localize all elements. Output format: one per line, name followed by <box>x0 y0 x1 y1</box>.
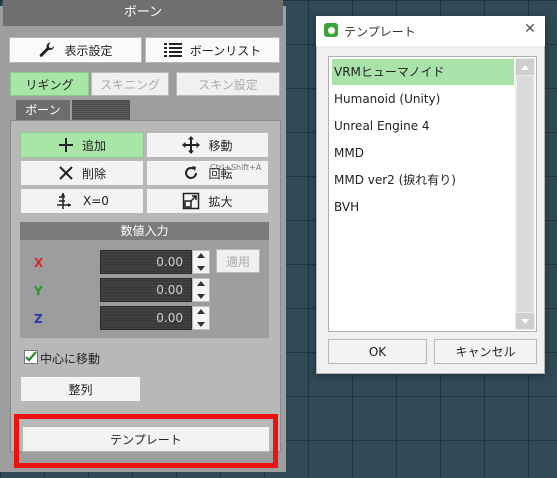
apply-button[interactable]: 適用 <box>216 249 260 273</box>
tab-rigging[interactable]: リギング <box>10 72 89 96</box>
close-icon[interactable]: ✕ <box>522 20 538 38</box>
highlight-box <box>14 414 278 468</box>
spin-up-icon[interactable] <box>197 253 205 258</box>
x-value-spinner[interactable] <box>192 250 210 274</box>
tab-skinning[interactable]: スキニング <box>91 72 169 96</box>
y-value-spinner[interactable] <box>192 278 210 302</box>
add-bone-button[interactable]: 追加 <box>20 132 144 158</box>
bone-list-button[interactable]: ボーンリスト <box>145 37 280 63</box>
move-to-center-label: 中心に移動 <box>40 352 101 366</box>
bone-panel-title: ボーン <box>3 0 283 26</box>
plus-icon <box>58 137 74 153</box>
spin-down-icon[interactable] <box>197 266 205 271</box>
add-bone-label: 追加 <box>81 138 106 153</box>
template-item-mmd-ver2[interactable]: MMD ver2 (捩れ有り) <box>332 167 514 193</box>
x-value-field[interactable]: 0.00 <box>100 250 192 274</box>
spin-up-icon[interactable] <box>197 281 205 286</box>
axis-z-label: Z <box>34 312 43 326</box>
ok-button[interactable]: OK <box>328 339 427 364</box>
scale-icon <box>182 192 200 210</box>
app-logo-icon <box>324 23 338 37</box>
scroll-down-button[interactable] <box>516 313 534 329</box>
scale-bone-button[interactable]: 拡大 <box>146 188 269 214</box>
y-value-field[interactable]: 0.00 <box>100 278 192 302</box>
template-item-bvh[interactable]: BVH <box>332 194 514 220</box>
scale-bone-label: 拡大 <box>208 194 233 209</box>
template-item-vrm-humanoid[interactable]: VRMヒューマノイド <box>332 59 514 85</box>
cancel-button[interactable]: キャンセル <box>434 339 537 364</box>
scroll-up-icon <box>521 64 529 70</box>
display-settings-label: 表示設定 <box>64 43 113 58</box>
move-bone-label: 移動 <box>208 138 233 153</box>
checkmark-icon <box>25 351 37 362</box>
scroll-up-button[interactable] <box>516 59 534 75</box>
template-item-mmd[interactable]: MMD <box>332 140 514 166</box>
numeric-input-title: 数値入力 <box>20 222 269 240</box>
mirror-axis-icon <box>55 192 75 210</box>
axis-y-label: Y <box>34 284 43 298</box>
z-value-field[interactable]: 0.00 <box>100 306 192 330</box>
spin-down-icon[interactable] <box>197 322 205 327</box>
template-dialog-title: テンプレート <box>344 25 416 39</box>
bone-list-label: ボーンリスト <box>189 43 262 58</box>
tab-placeholder <box>72 100 130 120</box>
spin-down-icon[interactable] <box>197 294 205 299</box>
rotate-icon <box>182 164 200 182</box>
tab-skin-settings[interactable]: スキン設定 <box>176 72 280 96</box>
delete-bone-label: 削除 <box>81 166 106 181</box>
display-settings-button[interactable]: 表示設定 <box>9 37 142 63</box>
x-zero-label: X=0 <box>83 194 109 208</box>
wrench-icon <box>38 41 56 59</box>
rotate-shortcut-hint: Ctrl+Shift+A <box>210 163 262 172</box>
template-item-humanoid-unity[interactable]: Humanoid (Unity) <box>332 86 514 112</box>
scroll-down-icon <box>521 318 529 324</box>
move-to-center-checkbox[interactable] <box>24 350 38 364</box>
move-arrows-icon <box>182 136 201 154</box>
x-icon <box>58 165 74 181</box>
spin-up-icon[interactable] <box>197 309 205 314</box>
axis-x-label: X <box>34 256 44 270</box>
template-item-unreal-engine-4[interactable]: Unreal Engine 4 <box>332 113 514 139</box>
align-button[interactable]: 整列 <box>20 376 141 402</box>
tab-bone[interactable]: ボーン <box>16 100 70 120</box>
delete-bone-button[interactable]: 削除 <box>20 160 144 186</box>
move-bone-button[interactable]: 移動 <box>146 132 269 158</box>
z-value-spinner[interactable] <box>192 306 210 330</box>
list-icon <box>163 42 182 58</box>
scrollbar-thumb[interactable] <box>517 76 533 312</box>
x-zero-button[interactable]: X=0 <box>20 188 144 214</box>
